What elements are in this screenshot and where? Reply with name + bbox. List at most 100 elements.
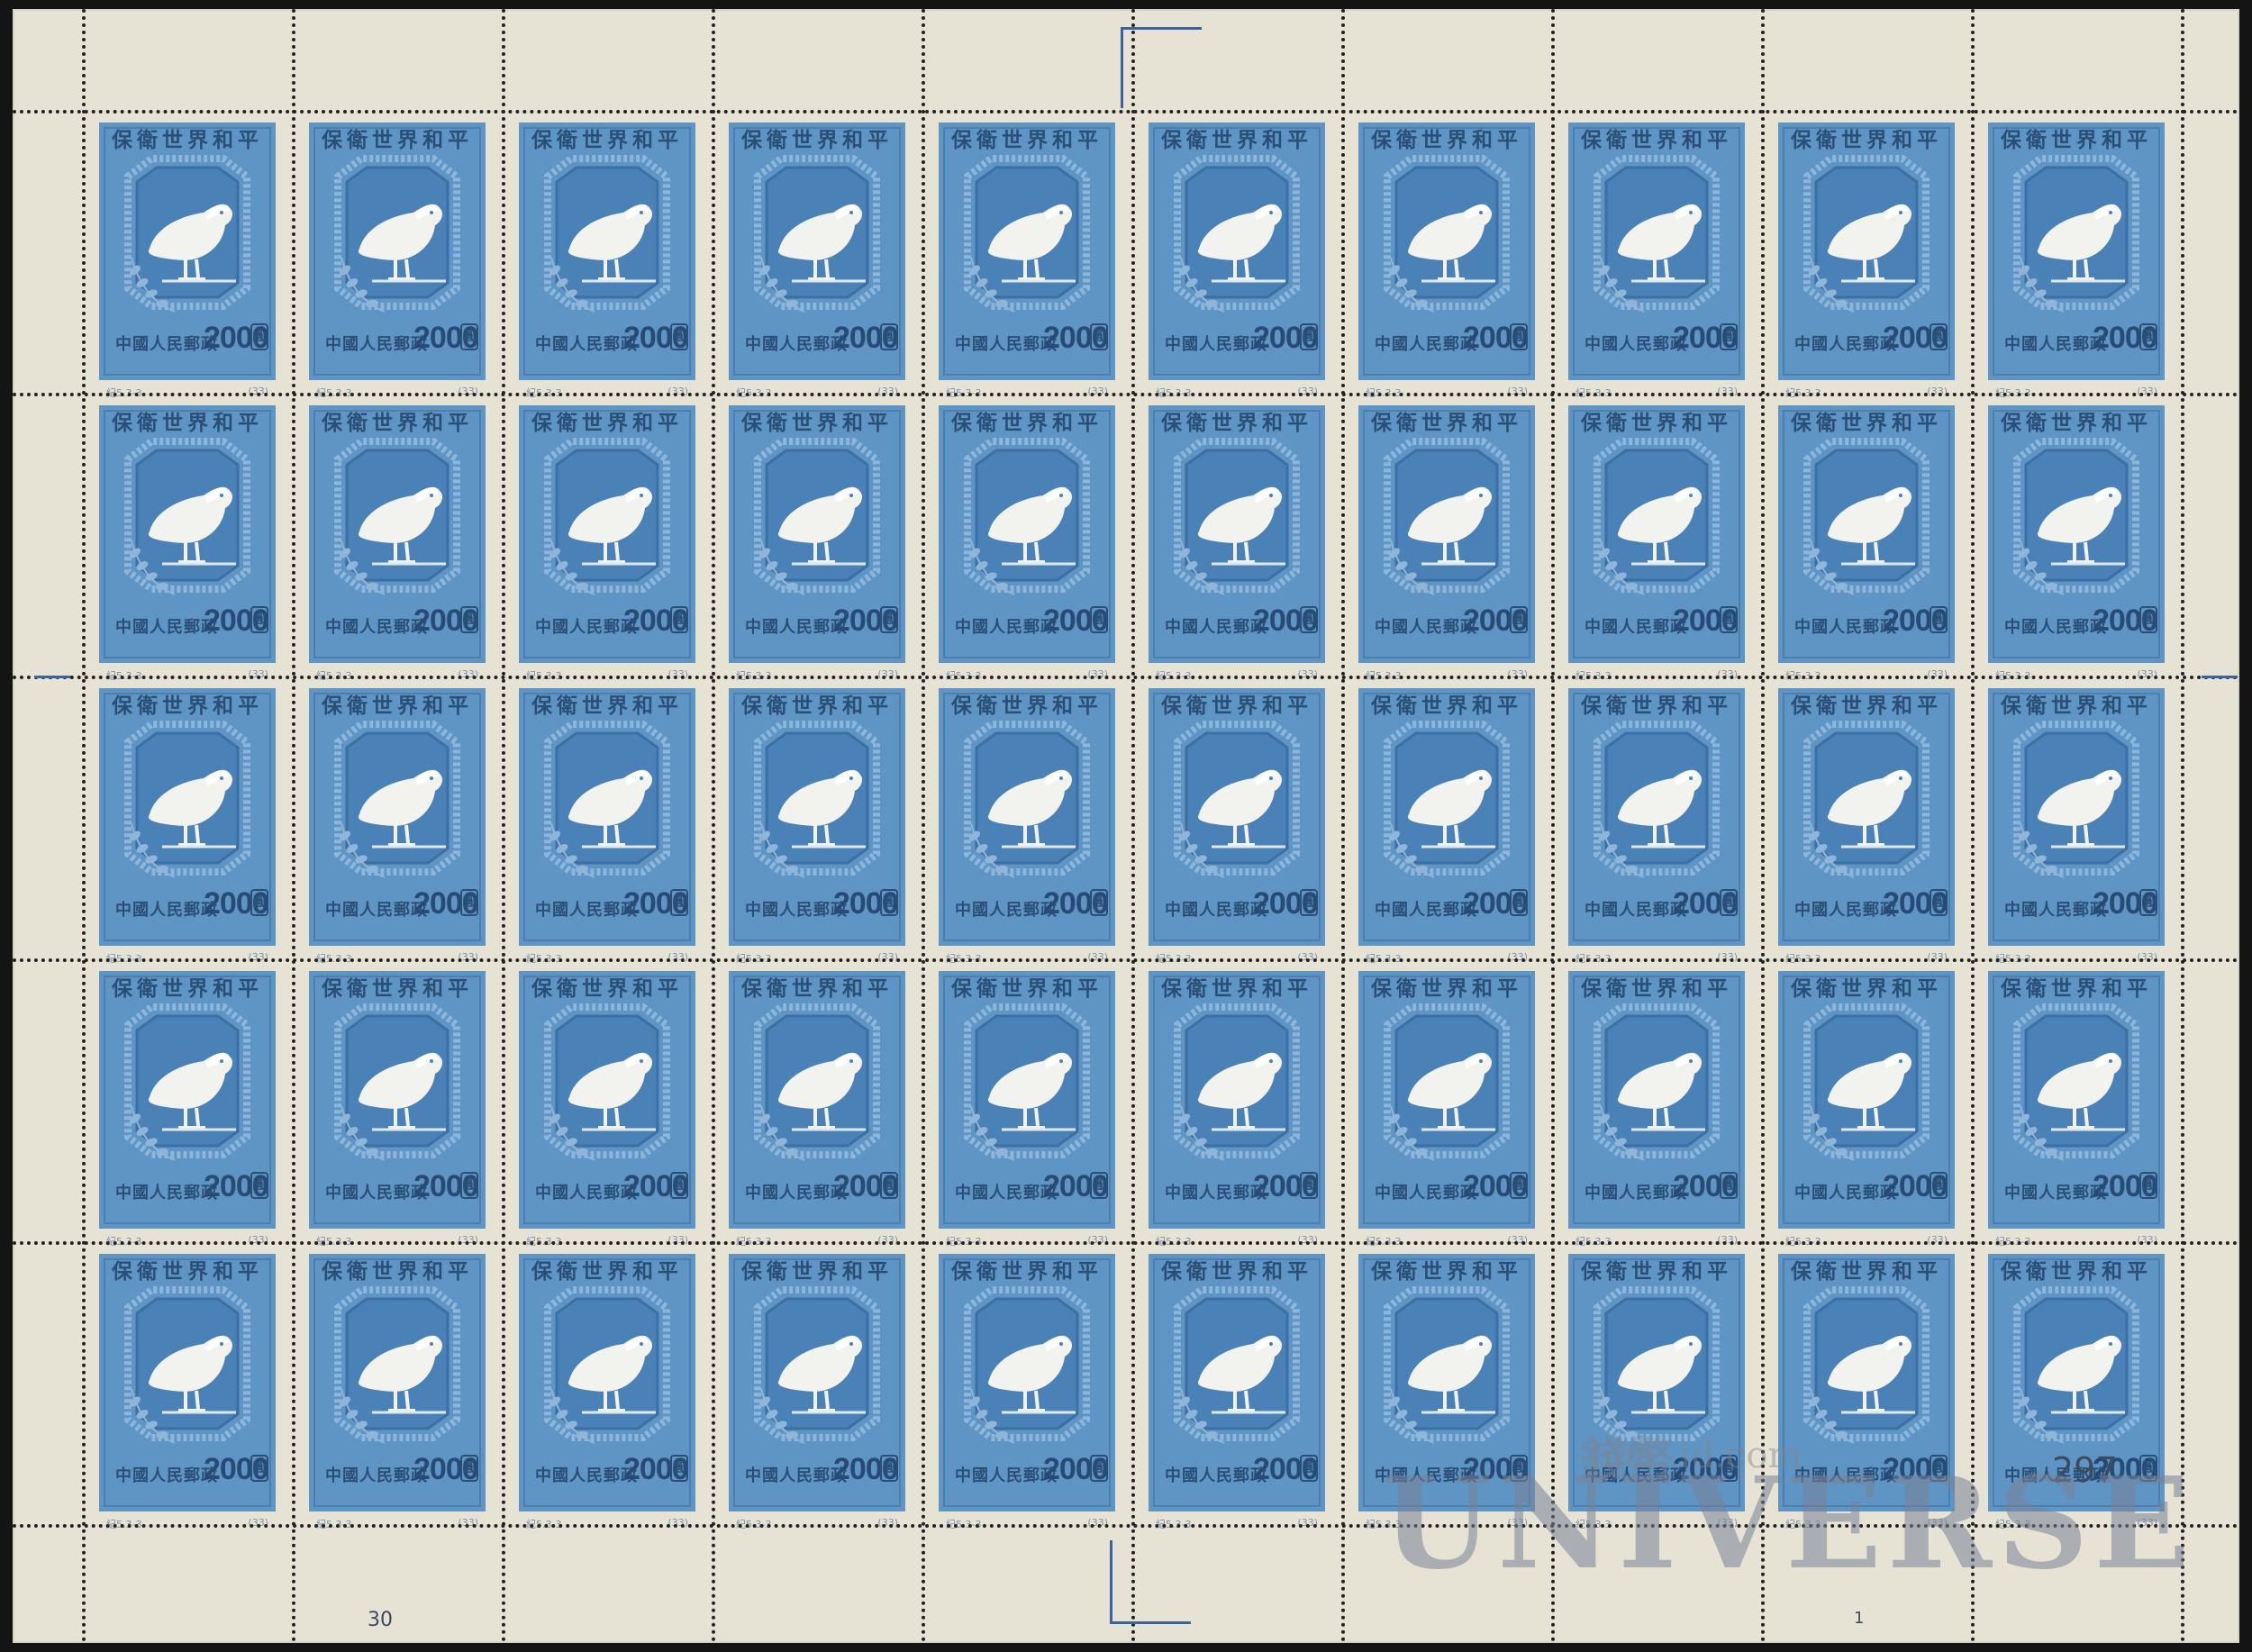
stamp-country-inscription: 中國人民郵政 xyxy=(1794,335,1897,354)
stamp-unit: 圓 xyxy=(1720,606,1738,633)
stamp-top-inscription: 保衛世界和平 xyxy=(322,977,473,1001)
stamp: 保衛世界和平 中國人民郵政 2000 圓 紀5.3-3 (33) xyxy=(1778,971,1955,1248)
stamp: 保衛世界和平 中國人民郵政 2000 圓 紀5.3-3 (33) xyxy=(519,1254,695,1530)
stamp: 保衛世界和平 中國人民郵政 2000 圓 紀5.3-3 (33) xyxy=(309,688,486,965)
stamp-country-inscription: 中國人民郵政 xyxy=(1375,335,1477,354)
stamp-country-inscription: 中國人民郵政 xyxy=(745,618,848,637)
stamp: 保衛世界和平 中國人民郵政 2000 圓 紀5.3-3 (33) xyxy=(1778,405,1955,682)
stamp-top-inscription: 保衛世界和平 xyxy=(112,129,263,152)
stamp-country-inscription: 中國人民郵政 xyxy=(1165,901,1267,920)
registration-mark xyxy=(2202,676,2238,678)
stamp-top-inscription: 保衛世界和平 xyxy=(741,129,893,152)
stamp: 保衛世界和平 中國人民郵政 2000 圓 紀5.3-3 (33) xyxy=(519,123,695,399)
perforation-row xyxy=(13,676,2239,679)
stamp-top-inscription: 保衛世界和平 xyxy=(112,977,263,1001)
watermark-logo: UNIVERSE xyxy=(1382,1450,2196,1598)
stamp-unit: 圓 xyxy=(250,606,268,633)
stamp-country-inscription: 中國人民郵政 xyxy=(2004,901,2107,920)
stamp-unit: 圓 xyxy=(250,1172,268,1199)
stamp-country-inscription: 中國人民郵政 xyxy=(1165,1184,1267,1203)
stamp-unit: 圓 xyxy=(880,1172,898,1199)
stamp-unit: 圓 xyxy=(1930,606,1948,633)
perforation-column xyxy=(1131,9,1135,1643)
stamp-top-inscription: 保衛世界和平 xyxy=(322,1260,473,1284)
stamp-country-inscription: 中國人民郵政 xyxy=(535,618,638,637)
stamp: 保衛世界和平 中國人民郵政 2000 圓 紀5.3-3 (33) xyxy=(1988,971,2165,1248)
stamp: 保衛世界和平 中國人民郵政 2000 圓 紀5.3-3 (33) xyxy=(939,123,1115,399)
stamp-country-inscription: 中國人民郵政 xyxy=(1375,901,1477,920)
stamp: 保衛世界和平 中國人民郵政 2000 圓 紀5.3-3 (33) xyxy=(729,971,905,1248)
stamp: 保衛世界和平 中國人民郵政 2000 圓 紀5.3-3 (33) xyxy=(1358,123,1535,399)
stamp-country-inscription: 中國人民郵政 xyxy=(955,335,1058,354)
perforation-column xyxy=(502,9,505,1643)
stamp-top-inscription: 保衛世界和平 xyxy=(322,129,473,152)
perforation-row xyxy=(13,958,2239,962)
stamp: 保衛世界和平 中國人民郵政 2000 圓 紀5.3-3 (33) xyxy=(99,971,276,1248)
stamp-unit: 圓 xyxy=(670,889,688,916)
stamp-top-inscription: 保衛世界和平 xyxy=(531,412,683,435)
stamp-unit: 圓 xyxy=(1090,606,1108,633)
stamp-country-inscription: 中國人民郵政 xyxy=(325,901,428,920)
stamp-unit: 圓 xyxy=(1300,323,1318,350)
stamp-top-inscription: 保衛世界和平 xyxy=(1161,1260,1312,1284)
stamp-country-inscription: 中國人民郵政 xyxy=(1585,1184,1687,1203)
stamp-country-inscription: 中國人民郵政 xyxy=(325,335,428,354)
stamp-country-inscription: 中國人民郵政 xyxy=(535,335,638,354)
registration-mark xyxy=(1110,1621,1191,1624)
stamp-unit: 圓 xyxy=(460,1455,478,1482)
stamp-unit: 圓 xyxy=(1930,1172,1948,1199)
stamp: 保衛世界和平 中國人民郵政 2000 圓 紀5.3-3 (33) xyxy=(729,688,905,965)
stamp-country-inscription: 中國人民郵政 xyxy=(2004,618,2107,637)
stamp: 保衛世界和平 中國人民郵政 2000 圓 紀5.3-3 (33) xyxy=(99,688,276,965)
perforation-row xyxy=(13,393,2239,396)
stamp-unit: 圓 xyxy=(1510,1172,1528,1199)
stamp-top-inscription: 保衛世界和平 xyxy=(951,412,1103,435)
perforation-column xyxy=(1971,9,1975,1643)
stamp-country-inscription: 中國人民郵政 xyxy=(1165,618,1267,637)
stamp-unit: 圓 xyxy=(1510,889,1528,916)
stamp-country-inscription: 中國人民郵政 xyxy=(955,618,1058,637)
stamp-country-inscription: 中國人民郵政 xyxy=(1585,901,1687,920)
stamp: 保衛世界和平 中國人民郵政 2000 圓 紀5.3-3 (33) xyxy=(519,405,695,682)
stamp: 保衛世界和平 中國人民郵政 2000 圓 紀5.3-3 (33) xyxy=(1988,688,2165,965)
stamp: 保衛世界和平 中國人民郵政 2000 圓 紀5.3-3 (33) xyxy=(99,405,276,682)
stamp-top-inscription: 保衛世界和平 xyxy=(1581,694,1732,718)
stamp-top-inscription: 保衛世界和平 xyxy=(1791,694,1942,718)
stamp: 保衛世界和平 中國人民郵政 2000 圓 紀5.3-3 (33) xyxy=(1358,688,1535,965)
perforation-column xyxy=(1551,9,1555,1643)
stamp-country-inscription: 中國人民郵政 xyxy=(745,335,848,354)
stamp: 保衛世界和平 中國人民郵政 2000 圓 紀5.3-3 (33) xyxy=(309,123,486,399)
stamp-top-inscription: 保衛世界和平 xyxy=(531,977,683,1001)
stamp-unit: 圓 xyxy=(1090,323,1108,350)
stamp-top-inscription: 保衛世界和平 xyxy=(741,1260,893,1284)
stamp-top-inscription: 保衛世界和平 xyxy=(1161,694,1312,718)
stamp: 保衛世界和平 中國人民郵政 2000 圓 紀5.3-3 (33) xyxy=(1568,123,1745,399)
stamp-unit: 圓 xyxy=(1090,889,1108,916)
stamp: 保衛世界和平 中國人民郵政 2000 圓 紀5.3-3 (33) xyxy=(939,688,1115,965)
stamp: 保衛世界和平 中國人民郵政 2000 圓 紀5.3-3 (33) xyxy=(519,971,695,1248)
stamp: 保衛世界和平 中國人民郵政 2000 圓 紀5.3-3 (33) xyxy=(939,1254,1115,1530)
stamp: 保衛世界和平 中國人民郵政 2000 圓 紀5.3-3 (33) xyxy=(99,1254,276,1530)
stamp-country-inscription: 中國人民郵政 xyxy=(745,1466,848,1485)
stamp-top-inscription: 保衛世界和平 xyxy=(1791,1260,1942,1284)
stamp-unit: 圓 xyxy=(250,323,268,350)
stamp-top-inscription: 保衛世界和平 xyxy=(1371,1260,1522,1284)
stamp-unit: 圓 xyxy=(250,1455,268,1482)
stamp-country-inscription: 中國人民郵政 xyxy=(325,1184,428,1203)
stamp-country-inscription: 中國人民郵政 xyxy=(1165,335,1267,354)
margin-number-left: 30 xyxy=(368,1609,393,1631)
stamp: 保衛世界和平 中國人民郵政 2000 圓 紀5.3-3 (33) xyxy=(1149,1254,1325,1530)
stamp: 保衛世界和平 中國人民郵政 2000 圓 紀5.3-3 (33) xyxy=(309,405,486,682)
stamp-top-inscription: 保衛世界和平 xyxy=(1581,129,1732,152)
stamp-top-inscription: 保衛世界和平 xyxy=(112,412,263,435)
stamp-unit: 圓 xyxy=(460,323,478,350)
stamp-top-inscription: 保衛世界和平 xyxy=(951,694,1103,718)
stamp: 保衛世界和平 中國人民郵政 2000 圓 紀5.3-3 (33) xyxy=(1778,123,1955,399)
stamp-unit: 圓 xyxy=(670,323,688,350)
stamp-top-inscription: 保衛世界和平 xyxy=(531,694,683,718)
stamp: 保衛世界和平 中國人民郵政 2000 圓 紀5.3-3 (33) xyxy=(729,123,905,399)
registration-mark xyxy=(34,676,70,678)
stamp-country-inscription: 中國人民郵政 xyxy=(955,1466,1058,1485)
stamp-country-inscription: 中國人民郵政 xyxy=(535,901,638,920)
stamp-top-inscription: 保衛世界和平 xyxy=(1791,977,1942,1001)
